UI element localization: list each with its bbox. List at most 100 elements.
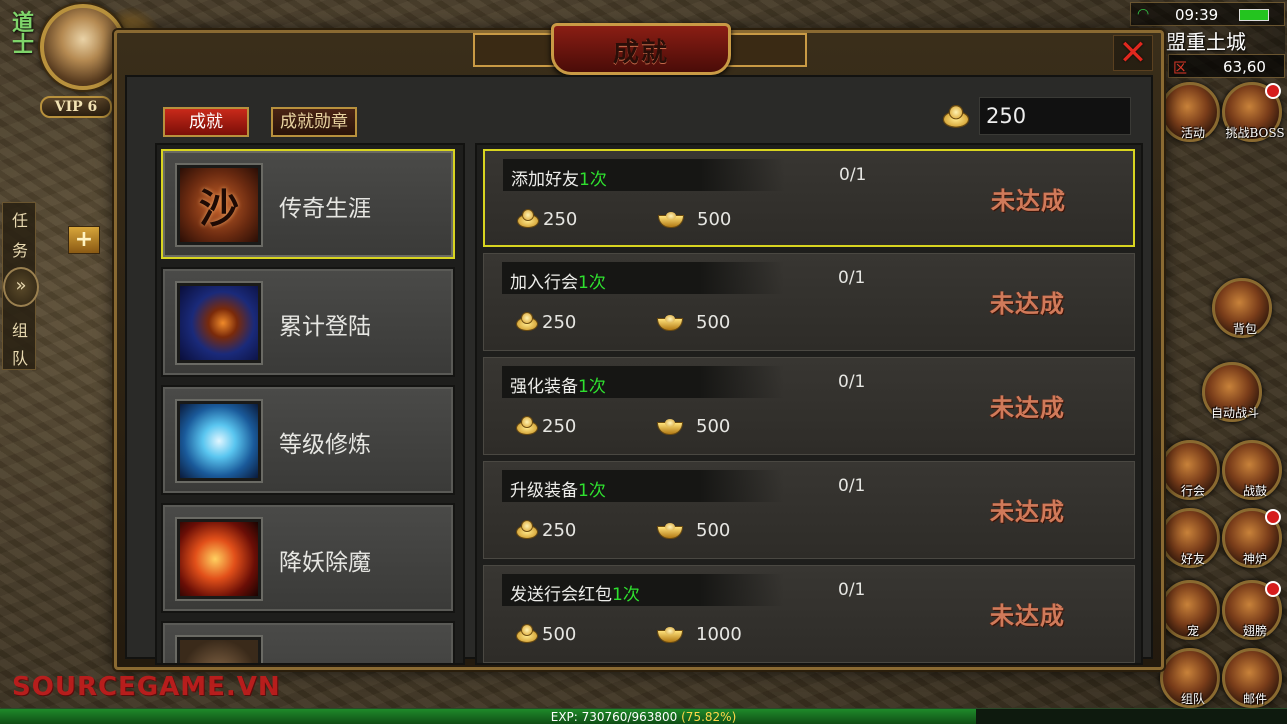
achievement-progress: 0/1: [839, 165, 867, 185]
achievement-list[interactable]: 添加好友1次 0/1 250 500 未达成 加入行会1次 0/1 250 500 未达成 强化装备…: [475, 143, 1143, 665]
side-button-label: 挑战BOSS: [1225, 126, 1285, 140]
side-button[interactable]: 行会: [1160, 440, 1220, 500]
side-button[interactable]: 邮件: [1222, 648, 1282, 708]
category-list[interactable]: 沙 传奇生涯累计登陆等级修炼降妖除魔: [155, 143, 465, 665]
tab-achievement[interactable]: 成就: [163, 107, 249, 137]
gold-ingot-icon: [656, 520, 684, 540]
ingot-reward-value: 500: [696, 312, 731, 333]
achievement-row[interactable]: 强化装备1次 0/1 250 500 未达成: [483, 357, 1135, 455]
category-item[interactable]: 沙 传奇生涯: [161, 149, 455, 259]
achievement-row[interactable]: 发送行会红包1次 0/1 500 1000 未达成: [483, 565, 1135, 663]
achievement-row[interactable]: 添加好友1次 0/1 250 500 未达成: [483, 149, 1135, 247]
achievement-progress: 0/1: [838, 580, 866, 600]
achievement-title: 发送行会红包: [510, 585, 612, 605]
coin-balance: 250: [979, 97, 1131, 135]
coin-balance-value: 250: [986, 104, 1027, 128]
tab-achievement-medal[interactable]: 成就勋章: [271, 107, 357, 137]
notification-dot-icon: [1265, 581, 1281, 597]
notification-dot-icon: [1265, 509, 1281, 525]
map-name: 盟重土城: [1160, 26, 1285, 54]
side-button-label: 战鼓: [1242, 484, 1267, 498]
exp-percent: (75.82%): [681, 710, 737, 724]
side-button[interactable]: 好友: [1160, 508, 1220, 568]
phone-card-icon: [177, 283, 261, 363]
category-item[interactable]: 累计登陆: [161, 267, 455, 377]
gold-ingot-icon: [656, 416, 684, 436]
side-button[interactable]: 翅膀: [1222, 580, 1282, 640]
achievement-count: 1次: [578, 273, 606, 293]
coin-reward-value: 250: [542, 312, 577, 333]
dialog-title-plate: 成就: [551, 23, 731, 75]
category-label: 降妖除魔: [279, 550, 371, 576]
category-label: 等级修炼: [279, 432, 371, 458]
ingot-reward-value: 500: [696, 520, 731, 541]
gold-coin-icon: [514, 416, 540, 436]
gold-coin-icon: [940, 105, 971, 129]
achievement-progress: 0/1: [838, 476, 866, 496]
side-button-label: 邮件: [1242, 692, 1267, 706]
category-glyph: 沙: [199, 185, 239, 232]
sha-emblem-icon: 沙: [177, 165, 261, 245]
left-tab-char: 队: [11, 349, 28, 368]
notification-dot-icon: [1265, 83, 1281, 99]
zone-label: 区: [1173, 61, 1187, 77]
category-item[interactable]: [161, 621, 455, 663]
side-button-label: 翅膀: [1242, 624, 1267, 638]
coin-reward: 250: [514, 416, 576, 440]
ingot-reward: 500: [656, 416, 730, 440]
exp-value: EXP: 730760/963800: [550, 710, 678, 724]
coin-reward: 500: [514, 624, 576, 648]
category-item[interactable]: 等级修炼: [161, 385, 455, 495]
side-button[interactable]: 背包: [1212, 278, 1272, 338]
side-button[interactable]: 宠: [1160, 580, 1220, 640]
quest-team-tab[interactable]: 任 务 » 组 队: [2, 202, 39, 370]
side-button[interactable]: 活动: [1160, 82, 1220, 142]
side-button-label: 背包: [1232, 322, 1257, 336]
weapon-icon: [177, 637, 261, 663]
category-item[interactable]: 降妖除魔: [161, 503, 455, 613]
left-tab-char: 务: [11, 241, 28, 260]
close-icon[interactable]: ✕: [1113, 35, 1153, 71]
achievement-title: 升级装备: [510, 481, 578, 501]
expand-arrow-icon[interactable]: »: [3, 267, 39, 307]
achievement-count: 1次: [578, 377, 606, 397]
achievement-title: 强化装备: [510, 377, 578, 397]
meditation-icon: [177, 401, 261, 481]
vip-badge[interactable]: VIP 6: [40, 96, 112, 118]
achievement-title-line: 强化装备1次: [510, 372, 606, 397]
achievement-status: 未达成: [990, 601, 1065, 630]
gold-coin-icon: [514, 312, 540, 332]
gold-coin-icon: [514, 520, 540, 540]
achievement-status: 未达成: [990, 497, 1065, 526]
left-tab-char: 任: [11, 211, 28, 230]
title-wing-left: [473, 33, 563, 67]
coin-reward: 250: [514, 312, 576, 336]
coin-reward: 250: [514, 520, 576, 544]
clock: 09:39: [1175, 6, 1219, 24]
add-button[interactable]: +: [68, 226, 100, 254]
gold-coin-icon: [514, 624, 540, 644]
player-class-label: 道士: [12, 10, 35, 58]
map-zone-bar[interactable]: 区 63,60: [1168, 54, 1285, 78]
achievement-title-line: 加入行会1次: [510, 268, 606, 293]
achievement-row[interactable]: 加入行会1次 0/1 250 500 未达成: [483, 253, 1135, 351]
achievement-title-line: 添加好友1次: [511, 165, 607, 190]
side-button[interactable]: 组队: [1160, 648, 1220, 708]
category-label: 传奇生涯: [279, 196, 371, 222]
side-button[interactable]: 神炉: [1222, 508, 1282, 568]
side-button[interactable]: 战鼓: [1222, 440, 1282, 500]
achievement-progress: 0/1: [838, 268, 866, 288]
ingot-reward: 500: [656, 312, 730, 336]
achievement-row[interactable]: 升级装备1次 0/1 250 500 未达成: [483, 461, 1135, 559]
exp-readout: EXP: 730760/963800 (75.82%): [0, 710, 1287, 724]
gold-coin-icon: [515, 209, 541, 229]
dialog-title: 成就: [612, 38, 669, 68]
side-button[interactable]: 自动战斗: [1202, 362, 1262, 422]
side-button[interactable]: 挑战BOSS: [1222, 82, 1285, 142]
left-tab-char: 组: [11, 321, 28, 340]
achievement-progress: 0/1: [838, 372, 866, 392]
coin-reward-value: 250: [542, 520, 577, 541]
battery-icon: [1239, 9, 1269, 21]
ingot-reward: 500: [656, 520, 730, 544]
ingot-reward: 500: [657, 209, 731, 233]
